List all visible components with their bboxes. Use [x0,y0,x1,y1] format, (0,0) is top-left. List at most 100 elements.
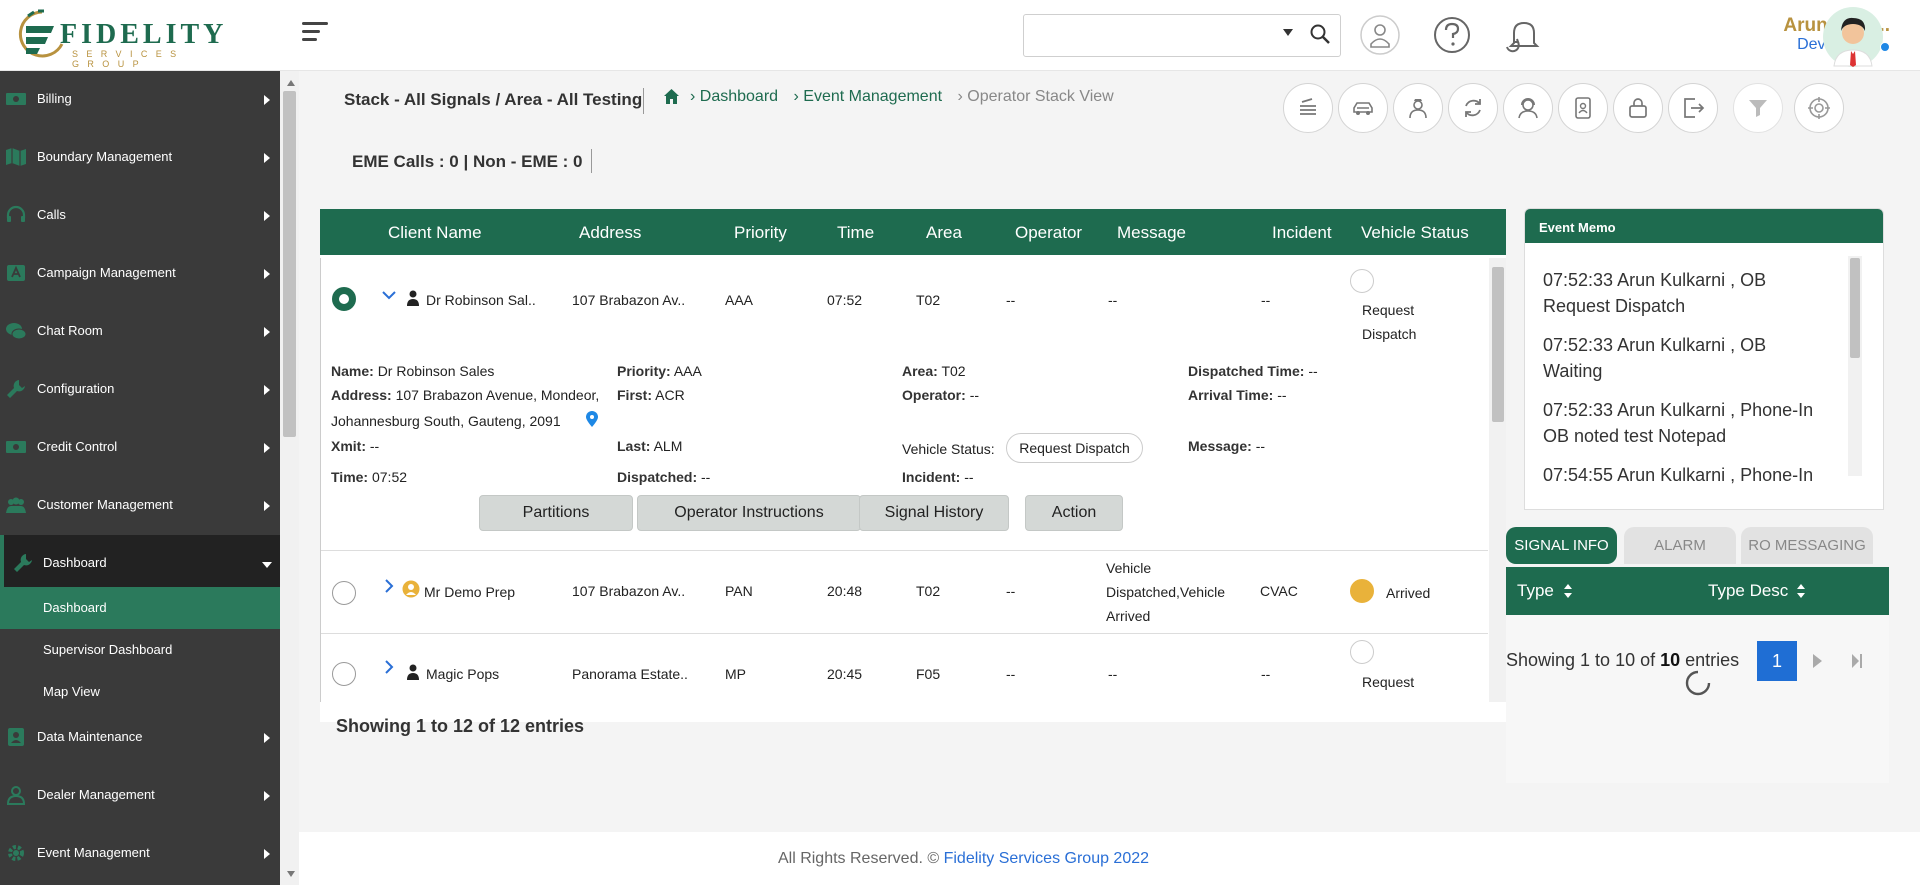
top-header: FIDELITY SERVICES GROUP Arun Kulk... Dev… [0,0,1920,71]
detail-xmit: Xmit: -- [331,438,380,454]
sidebar-item-calls[interactable]: Calls [0,187,280,245]
agent-button[interactable] [1503,83,1553,133]
sidebar-item-dealer-management[interactable]: Dealer Management [0,767,280,825]
row-select-radio[interactable] [332,581,356,605]
sidebar-item-data-maintenance[interactable]: Data Maintenance [0,709,280,767]
sidebar-item-credit-control[interactable]: Credit Control [0,419,280,477]
detail-last: Last: ALM [617,438,683,454]
row-select-radio[interactable] [332,662,356,686]
page-1-button[interactable]: 1 [1757,641,1797,681]
sidebar-item-campaign-management[interactable]: Campaign Management [0,245,280,303]
cell-time: 07:52 [827,292,863,308]
breadcrumb-label: Event Management [803,88,943,105]
page-title: Stack - All Signals / Area - All Testing [344,90,643,109]
chevron-right-icon [264,501,270,511]
breadcrumb-dashboard[interactable]: › Dashboard [690,88,778,105]
chevron-right-icon[interactable] [382,660,396,674]
tab-signal-info[interactable]: SIGNAL INFO [1506,527,1617,564]
home-icon[interactable] [663,88,680,105]
scroll-up-icon[interactable] [287,80,295,86]
action-button[interactable]: Action [1025,495,1123,531]
search-dropdown-icon[interactable] [1283,29,1293,36]
column-incident[interactable]: Incident [1272,223,1332,243]
operator-profile-icon[interactable] [1358,13,1402,57]
sidebar-item-chat-room[interactable]: Chat Room [0,303,280,361]
signal-history-button[interactable]: Signal History [859,495,1009,531]
chevron-right-icon [264,269,270,279]
tab-ro-messaging[interactable]: RO MESSAGING [1741,527,1873,564]
chevron-down-icon[interactable] [382,288,396,302]
table-row[interactable]: Mr Demo Prep 107 Brabazon Av.. PAN 20:48… [321,552,1488,634]
person-icon [8,728,24,746]
operator-instructions-button[interactable]: Operator Instructions [637,495,861,531]
sort-icon[interactable] [1796,582,1806,600]
column-time[interactable]: Time [837,223,874,243]
location-pin-icon[interactable] [586,411,598,427]
logo-tagline: SERVICES GROUP [72,49,185,69]
column-operator[interactable]: Operator [1015,223,1082,243]
breadcrumb-event-management[interactable]: › Event Management [794,88,943,105]
chevron-right-icon [264,385,270,395]
sidebar-item-dashboard[interactable]: Dashboard [0,535,280,593]
column-address[interactable]: Address [579,223,641,243]
table-scroll-thumb[interactable] [1492,267,1504,422]
logout-button[interactable] [1668,83,1718,133]
cell-operator: -- [1006,583,1016,599]
column-vehicle-status[interactable]: Vehicle Status [1361,223,1469,243]
sidebar-subitem-map-view[interactable]: Map View [0,671,280,713]
sidebar-item-boundary-management[interactable]: Boundary Management [0,129,280,187]
money-icon [6,93,26,105]
campaign-icon [7,265,25,281]
column-type[interactable]: Type [1517,581,1554,601]
memo-scroll-thumb[interactable] [1850,258,1860,358]
sidebar-subitem-dashboard[interactable]: Dashboard [0,587,280,629]
memo-entry: 07:54:55 Arun Kulkarni , Phone-In [1543,465,1814,485]
avatar[interactable] [1822,6,1884,68]
settings-target-button[interactable] [1794,83,1844,133]
online-status-dot [1880,42,1890,52]
sidebar: Billing Boundary Management Calls Campai… [0,71,280,885]
notification-bell-icon[interactable] [1500,13,1544,57]
stack-button[interactable] [1283,83,1333,133]
column-area[interactable]: Area [926,223,962,243]
column-message[interactable]: Message [1117,223,1186,243]
sidebar-item-event-management[interactable]: Event Management [0,825,280,883]
help-icon[interactable] [1430,13,1474,57]
tab-alarm[interactable]: ALARM [1624,527,1736,564]
refresh-button[interactable] [1448,83,1498,133]
column-type-desc[interactable]: Type Desc [1708,581,1788,601]
sidebar-subitem-supervisor-dashboard[interactable]: Supervisor Dashboard [0,629,280,671]
signal-table-header: Type Type Desc [1506,567,1889,615]
column-client-name[interactable]: Client Name [388,223,482,243]
search-box[interactable] [1023,14,1341,57]
filter-button[interactable] [1733,83,1783,133]
cell-message-line1: Vehicle [1106,560,1152,576]
sidebar-item-label: Billing [37,91,72,106]
partitions-button[interactable]: Partitions [479,495,633,531]
table-row[interactable]: Magic Pops Panorama Estate.. MP 20:45 F0… [321,635,1488,702]
next-page-icon[interactable] [1813,654,1822,668]
sidebar-item-configuration[interactable]: Configuration [0,361,280,419]
chevron-right-icon[interactable] [382,579,396,593]
search-input[interactable] [1032,23,1272,49]
officer-button[interactable] [1393,83,1443,133]
lock-button[interactable] [1613,83,1663,133]
sort-icon[interactable] [1563,582,1573,600]
sidebar-item-label: Configuration [37,381,115,396]
contact-card-button[interactable] [1558,83,1608,133]
table-row[interactable]: Dr Robinson Sal.. 107 Brabazon Av.. AAA … [321,258,1488,551]
fidelity-logo[interactable]: FIDELITY SERVICES GROUP [18,6,258,69]
vehicle-button[interactable] [1338,83,1388,133]
cell-client-name: Dr Robinson Sal.. [426,292,536,308]
footer-company-link[interactable]: Fidelity Services Group 2022 [944,850,1149,867]
sidebar-item-billing[interactable]: Billing [0,71,280,129]
column-priority[interactable]: Priority [734,223,787,243]
scroll-down-icon[interactable] [287,871,295,877]
sidebar-item-label: Dashboard [43,555,107,570]
sidebar-item-customer-management[interactable]: Customer Management [0,477,280,535]
last-page-icon[interactable] [1851,653,1863,669]
search-icon[interactable] [1308,22,1332,46]
menu-toggle-icon[interactable] [302,22,328,46]
row-select-radio[interactable] [332,287,356,311]
sidebar-scroll-thumb[interactable] [283,91,296,437]
